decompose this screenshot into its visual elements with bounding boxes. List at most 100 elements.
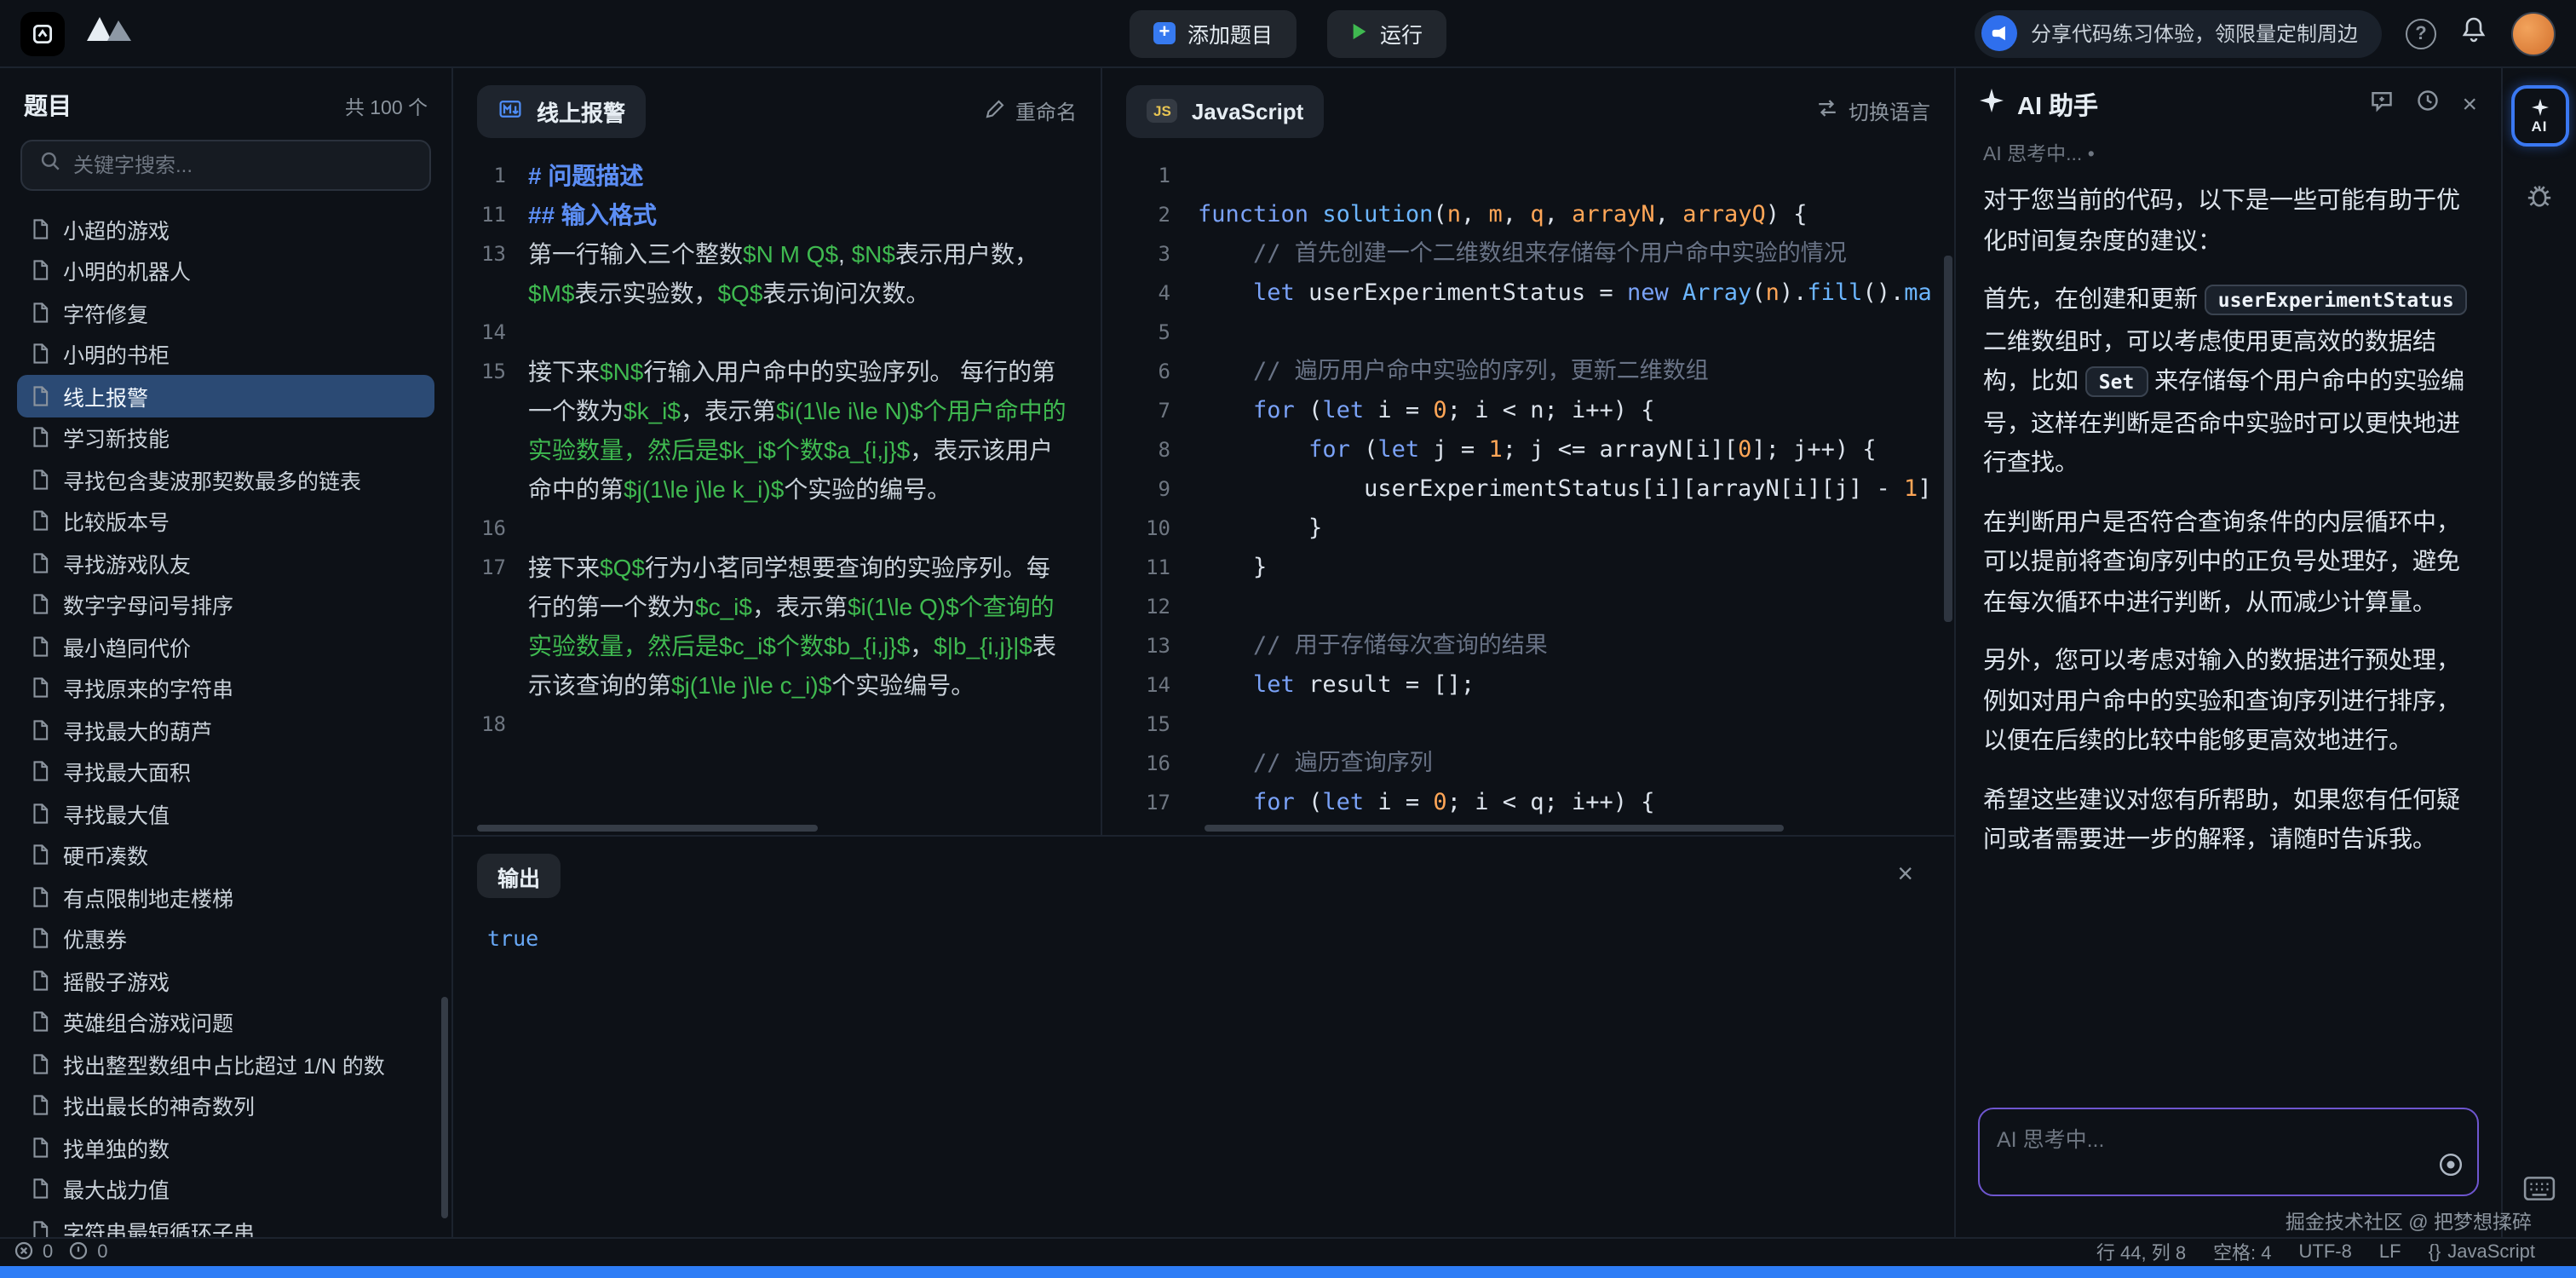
sidebar-item[interactable]: 小明的机器人: [17, 250, 434, 291]
sidebar-item[interactable]: 寻找包含斐波那契数最多的链表: [17, 458, 434, 500]
ai-input-box[interactable]: [1978, 1108, 2479, 1196]
app-logo-icon[interactable]: [20, 11, 65, 55]
code-line-text[interactable]: for (let i = 0; i < n; i++) {: [1198, 392, 1655, 431]
caret-dot: •: [2088, 145, 2095, 165]
code-line-text[interactable]: let result = [];: [1198, 666, 1475, 705]
bell-icon[interactable]: [2460, 15, 2487, 51]
add-problem-button[interactable]: + 添加题目: [1130, 9, 1297, 57]
sidebar: 题目 共 100 个 小超的游戏小明的机器人字符修复小明的书柜线上报警学习新技能…: [0, 68, 453, 1237]
markdown-icon: [497, 96, 523, 125]
indent-setting[interactable]: 空格: 4: [2213, 1239, 2271, 1266]
sidebar-item[interactable]: 找出最长的神奇数列: [17, 1085, 434, 1126]
line-number: 9: [1102, 470, 1198, 509]
run-label: 运行: [1380, 17, 1423, 49]
sidebar-item[interactable]: 线上报警: [17, 375, 434, 417]
code-line-text[interactable]: for (let j = 1; j <= arrayN[i][0]; j++) …: [1198, 431, 1877, 470]
markdown-line-text[interactable]: 接下来$Q$行为小茗同学想要查询的实验序列。每行的第一个数为$c_i$，表示第$…: [528, 549, 1101, 705]
sidebar-item[interactable]: 小超的游戏: [17, 208, 434, 250]
code-line-text[interactable]: }: [1198, 509, 1322, 549]
code-editor-body[interactable]: 12function solution(n, m, q, arrayN, arr…: [1102, 157, 1946, 821]
rename-button[interactable]: 重命名: [985, 96, 1077, 125]
markdown-line-text[interactable]: [528, 314, 1101, 353]
sidebar-item[interactable]: 有点限制地走楼梯: [17, 876, 434, 918]
bug-icon[interactable]: [2525, 181, 2554, 218]
code-line-text[interactable]: // 遍历用户命中实验的序列，更新二维数组: [1198, 353, 1709, 392]
switch-language-button[interactable]: 切换语言: [1816, 96, 1930, 125]
sidebar-item[interactable]: 找单独的数: [17, 1126, 434, 1168]
code-line-text[interactable]: // 首先创建一个二维数组来存储每个用户命中实验的情况: [1198, 235, 1847, 274]
stop-generating-icon[interactable]: [2438, 1152, 2464, 1186]
brand-logo-icon[interactable]: [85, 14, 143, 53]
markdown-line-text[interactable]: ## 输入格式: [528, 196, 1101, 235]
new-chat-icon[interactable]: [2370, 88, 2394, 120]
code-line-text[interactable]: }: [1198, 549, 1267, 588]
language-tab[interactable]: JS JavaScript: [1126, 84, 1324, 137]
code-line-text[interactable]: let userExperimentStatus = new Array(n).…: [1198, 274, 1932, 314]
close-icon[interactable]: ×: [1897, 862, 1913, 889]
search-input[interactable]: [73, 153, 412, 177]
ai-assistant-rail-button[interactable]: AI: [2510, 85, 2568, 147]
line-number: 6: [1102, 353, 1198, 392]
search-box[interactable]: [20, 140, 431, 191]
code-line-text[interactable]: // 遍历查询序列: [1198, 745, 1433, 784]
code-vscrollbar[interactable]: [1944, 256, 1952, 622]
sidebar-item[interactable]: 数字字母问号排序: [17, 584, 434, 625]
avatar[interactable]: [2511, 11, 2556, 55]
output-value: true: [453, 898, 1954, 978]
markdown-line-text[interactable]: 接下来$N$行输入用户命中的实验序列。 每行的第一个数为$k_i$，表示第$i(…: [528, 353, 1101, 509]
megaphone-icon: [1981, 15, 2017, 51]
markdown-hscrollbar[interactable]: [477, 825, 818, 832]
sidebar-item[interactable]: 寻找最大值: [17, 792, 434, 834]
markdown-line-text[interactable]: [528, 509, 1101, 549]
ai-paragraph: 首先，在创建和更新 userExperimentStatus 二维数组时，可以考…: [1983, 279, 2474, 483]
sidebar-item[interactable]: 寻找游戏队友: [17, 542, 434, 584]
run-button[interactable]: 运行: [1327, 9, 1446, 57]
sidebar-scrollbar[interactable]: [441, 997, 448, 1218]
sidebar-item[interactable]: 寻找最大的葫芦: [17, 709, 434, 751]
sidebar-item[interactable]: 摇骰子游戏: [17, 959, 434, 1001]
cursor-position[interactable]: 行 44, 列 8: [2096, 1239, 2186, 1266]
keyboard-icon[interactable]: [2523, 1176, 2556, 1210]
sidebar-item[interactable]: 寻找原来的字符串: [17, 667, 434, 709]
document-icon: [29, 218, 51, 240]
sidebar-item[interactable]: 优惠券: [17, 918, 434, 959]
sidebar-item[interactable]: 英雄组合游戏问题: [17, 1001, 434, 1043]
markdown-line-text[interactable]: # 问题描述: [528, 157, 1101, 196]
sidebar-item[interactable]: 硬币凑数: [17, 834, 434, 876]
sidebar-item[interactable]: 字符修复: [17, 291, 434, 333]
sidebar-item[interactable]: 找出整型数组中占比超过 1/N 的数: [17, 1043, 434, 1085]
markdown-line: 1# 问题描述: [453, 157, 1101, 196]
sidebar-item-label: 学习新技能: [63, 422, 170, 454]
sidebar-item-label: 寻找最大值: [63, 797, 170, 830]
promo-banner[interactable]: 分享代码练习体验，领限量定制周边: [1975, 9, 2382, 57]
code-line-text[interactable]: for (let i = 0; i < q; i++) {: [1198, 784, 1655, 821]
markdown-editor-body[interactable]: 1# 问题描述11## 输入格式13第一行输入三个整数$N M Q$, $N$表…: [453, 157, 1101, 825]
markdown-line-text[interactable]: [528, 705, 1101, 745]
encoding[interactable]: UTF-8: [2299, 1242, 2352, 1263]
sidebar-item[interactable]: 比较版本号: [17, 500, 434, 542]
errors-icon[interactable]: [14, 1240, 34, 1265]
output-tab[interactable]: 输出: [477, 854, 561, 898]
ai-input-field[interactable]: [1997, 1121, 2460, 1162]
help-icon[interactable]: ?: [2406, 18, 2436, 49]
sidebar-item[interactable]: 小明的书柜: [17, 333, 434, 375]
markdown-line: 14: [453, 314, 1101, 353]
language-mode[interactable]: JavaScript: [2447, 1242, 2535, 1263]
code-hscrollbar[interactable]: [1205, 825, 1784, 832]
code-line-text[interactable]: function solution(n, m, q, arrayN, array…: [1198, 196, 1808, 235]
sidebar-item[interactable]: 寻找最大面积: [17, 751, 434, 792]
sidebar-item[interactable]: 字符串最短循环子串: [17, 1210, 434, 1237]
history-icon[interactable]: [2416, 88, 2440, 120]
warnings-icon[interactable]: [68, 1240, 89, 1265]
sidebar-item[interactable]: 学习新技能: [17, 417, 434, 458]
eol[interactable]: LF: [2379, 1242, 2401, 1263]
markdown-line-text[interactable]: 第一行输入三个整数$N M Q$, $N$表示用户数，$M$表示实验数，$Q$表…: [528, 235, 1101, 314]
close-icon[interactable]: ×: [2462, 91, 2477, 117]
sidebar-item[interactable]: 最大战力值: [17, 1168, 434, 1210]
switch-language-label: 切换语言: [1849, 96, 1930, 125]
document-icon: [29, 803, 51, 825]
code-line-text[interactable]: userExperimentStatus[i][arrayN[i][j] - 1…: [1198, 470, 1932, 509]
code-line-text[interactable]: // 用于存储每次查询的结果: [1198, 627, 1548, 666]
sidebar-item[interactable]: 最小趋同代价: [17, 625, 434, 667]
problem-tab[interactable]: 线上报警: [477, 84, 646, 137]
